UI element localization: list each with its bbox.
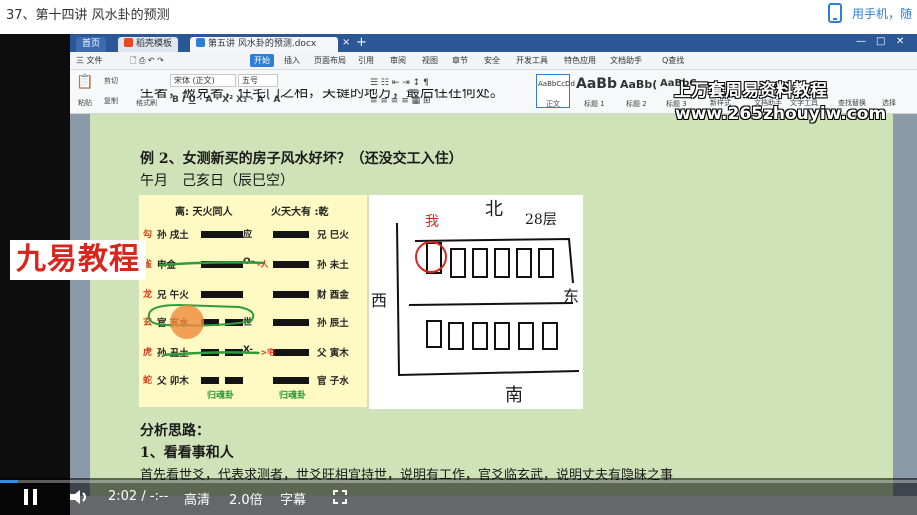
style-h2-label: 标题 2 [626,100,647,108]
style-normal-label: 正文 [546,100,560,108]
menu-chapter[interactable]: 章节 [452,55,468,66]
menu-security[interactable]: 安全 [484,55,500,66]
menu-review[interactable]: 审阅 [390,55,406,66]
menu-start[interactable]: 开始 [250,54,274,67]
screen: 37、第十四讲 风水卦的预测 用手机，随 首页 稻壳模板 第五讲 风水卦的预测.… [0,0,917,515]
maximize-icon[interactable]: □ [876,36,885,47]
wps-menubar: 三 文件 🗋 ⎙ ↶ ↷ 开始 插入 页面布局 引用 审阅 视图 章节 安全 开… [70,52,917,70]
tab-document-label: 第五讲 风水卦的预测.docx [208,39,317,49]
font-family-select[interactable]: 宋体 (正文) [170,74,236,87]
font-size-select[interactable]: 五号 [238,74,278,87]
subtitle-button[interactable]: 字幕 [280,489,306,508]
paragraph-buttons[interactable]: ☰ ☷ ⇤ ⇥ ↕ ¶ [370,78,429,88]
tab-templates[interactable]: 稻壳模板 [118,37,179,52]
hexagram-table: 离: 天火同人 火天大有 :乾 勾孙 戌土应兄 巳火雀申金 O- -人孙 未土龙兄 … [139,195,367,407]
menu-doc-assistant[interactable]: 文档助手 [610,55,642,66]
progress-bar[interactable] [0,480,917,483]
page-header: 37、第十四讲 风水卦的预测 用手机，随 [0,0,917,26]
menu-file[interactable]: 三 文件 [76,55,103,66]
style-h1-sample: AaBb [576,76,617,92]
point-1: 1、看看事和人 [140,445,234,461]
date-line: 午月 己亥日（辰巳空） [140,173,294,189]
floor-sketch: 我 北 28层 西 东 南 [369,195,583,409]
tab-add-icon[interactable]: + [356,35,367,50]
page-title: 37、第十四讲 风水卦的预测 [6,8,170,23]
sketch-west: 西 [371,291,388,310]
menu-features[interactable]: 特色应用 [564,55,596,66]
progress-fill [0,480,19,483]
doc-icon [196,38,205,47]
hexagram-annotations [147,261,265,357]
sketch-east: 东 [563,287,580,306]
wps-titlebar: 首页 稻壳模板 第五讲 风水卦的预测.docx × + — □ ✕ [70,34,917,52]
menu-dev-tools[interactable]: 开发工具 [516,55,548,66]
volume-icon[interactable] [68,488,90,506]
tab-close-icon[interactable]: × [342,37,350,48]
style-h1-label: 标题 1 [584,100,605,108]
tab-templates-label: 稻壳模板 [136,39,173,49]
menu-search[interactable]: Q查找 [662,55,684,66]
close-window-icon[interactable]: ✕ [896,36,904,47]
watermark-line2: www.265zhouyiw.com [675,104,887,124]
tab-home[interactable]: 首页 [76,37,107,52]
copy-button[interactable]: 复制 [104,96,118,106]
docer-icon [124,38,133,47]
menu-page-layout[interactable]: 页面布局 [314,55,346,66]
speed-button[interactable]: 2.0倍 [229,489,263,508]
menu-quick-icons[interactable]: 🗋 ⎙ ↶ ↷ [130,55,164,69]
sketch-floor: 28层 [525,212,557,228]
phone-icon[interactable] [828,3,842,23]
menu-view[interactable]: 视图 [422,55,438,66]
sketch-marker: 我 [425,214,439,230]
style-normal-sample: AaBbCcDd [538,80,575,88]
quality-button[interactable]: 高清 [184,489,210,508]
fullscreen-icon[interactable] [333,489,347,504]
menu-references[interactable]: 引用 [358,55,374,66]
sketch-south: 南 [505,385,523,406]
watermark-line1: 上万套周易资料教程 [674,81,827,101]
sketch-north: 北 [485,199,503,220]
pause-icon[interactable] [24,489,38,505]
minimize-icon[interactable]: — [856,36,866,47]
tab-document[interactable]: 第五讲 风水卦的预测.docx [190,37,338,52]
menu-insert[interactable]: 插入 [284,55,300,66]
time-display: 2:02 / -:-- [108,489,169,504]
paste-icon[interactable]: 📋 [76,74,93,90]
cut-button[interactable]: 剪切 [104,76,118,86]
example-title: 例 2、女测新买的房子风水好坏？（还没交工入住） [140,151,463,167]
phone-link[interactable]: 用手机，随 [852,5,912,22]
style-h2-sample: AaBb( [620,78,658,91]
paste-button[interactable]: 粘贴 [78,98,92,108]
jiuyi-logo: 九易教程 [10,240,146,280]
analysis-heading: 分析思路： [140,423,210,439]
